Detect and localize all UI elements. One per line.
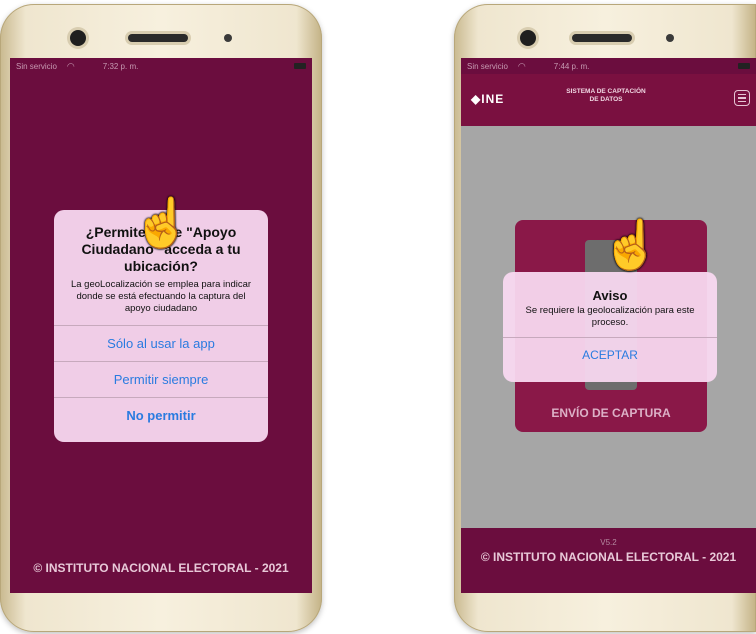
- menu-icon[interactable]: [734, 90, 750, 106]
- status-time: 7:32 p. m.: [102, 61, 139, 71]
- battery-icon: [738, 63, 750, 69]
- carrier-text: Sin servicio: [467, 61, 508, 71]
- deny-button[interactable]: No permitir: [54, 397, 268, 433]
- notice-dialog: Aviso Se requiere la geolocalización par…: [503, 272, 717, 382]
- carrier-text: Sin servicio: [16, 61, 57, 71]
- dialog-title: Aviso: [592, 288, 628, 303]
- right-screen: Sin servicio ◠ 7:44 p. m. ◆INE SISTEMA D…: [461, 58, 756, 593]
- footer-bar: V5.2 © INSTITUTO NACIONAL ELECTORAL - 20…: [461, 528, 756, 593]
- sensor-dot: [666, 34, 674, 42]
- app-title-line2: DE DATOS: [589, 96, 623, 103]
- accept-button[interactable]: ACEPTAR: [503, 337, 717, 372]
- footer-copyright: © INSTITUTO NACIONAL ELECTORAL - 2021: [33, 561, 289, 575]
- status-bar: Sin servicio ◠ 7:44 p. m.: [461, 58, 756, 74]
- earpiece-speaker: [128, 34, 188, 42]
- status-time: 7:44 p. m.: [553, 61, 590, 71]
- battery-icon: [294, 63, 306, 69]
- footer-copyright: © INSTITUTO NACIONAL ELECTORAL - 2021: [480, 550, 737, 564]
- ine-logo-icon: ◆INE: [471, 92, 505, 106]
- app-title-line1: SISTEMA DE CAPTACIÓN: [566, 88, 646, 95]
- dialog-message: Se requiere la geolocalización para este…: [525, 305, 695, 328]
- hand-pointer-icon: ☝: [132, 197, 192, 250]
- wifi-icon: ◠: [517, 60, 526, 71]
- front-camera: [520, 30, 536, 46]
- left-screen: Sin servicio ◠ 7:32 p. m. ¿Permites que …: [10, 58, 312, 593]
- app-header: ◆INE SISTEMA DE CAPTACIÓN DE DATOS: [461, 74, 756, 126]
- app-header-title: SISTEMA DE CAPTACIÓN DE DATOS: [551, 88, 661, 104]
- earpiece-speaker: [572, 34, 632, 42]
- app-version: V5.2: [600, 538, 617, 547]
- front-camera: [70, 30, 86, 46]
- hand-pointer-icon: ☝: [601, 219, 661, 272]
- sensor-dot: [224, 34, 232, 42]
- wifi-icon: ◠: [66, 60, 75, 71]
- card-label: ENVÍO DE CAPTURA: [551, 406, 671, 420]
- status-bar: Sin servicio ◠ 7:32 p. m.: [10, 58, 312, 74]
- allow-while-using-button[interactable]: Sólo al usar la app: [54, 325, 268, 361]
- ine-logo-text: INE: [481, 92, 505, 106]
- allow-always-button[interactable]: Permitir siempre: [54, 361, 268, 397]
- dialog-message: La geoLocalización se emplea para indica…: [70, 279, 252, 314]
